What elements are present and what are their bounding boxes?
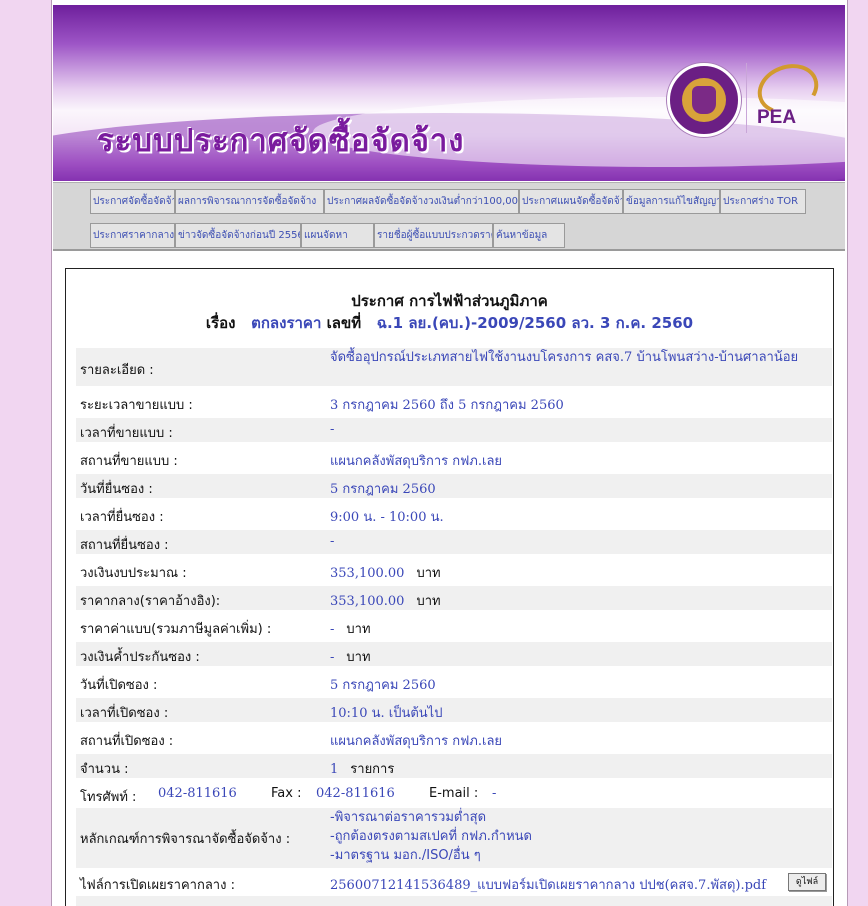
row-contact: โทรศัพท์ : 042-811616 Fax : 042-811616 E… — [80, 786, 497, 805]
nav-supply-plan[interactable]: แผนจัดหา — [301, 223, 374, 248]
row-doc-price: ราคาค่าแบบ(รวมภาษีมูลค่าเพิ่ม) : - บาท — [80, 622, 371, 637]
row-budget: วงเงินงบประมาณ : 353,100.00 บาท — [80, 566, 441, 581]
nav-row-2: ประกาศราคากลาง ข่าวจัดซื้อจัดจ้างก่อนปี … — [90, 223, 565, 248]
row-open-time: เวลาที่เปิดซอง : 10:10 น. เป็นต้นไป — [76, 698, 832, 722]
announcement-title: ประกาศ การไฟฟ้าส่วนภูมิภาค — [351, 292, 548, 310]
subject-value: ตกลงราคา — [251, 314, 322, 332]
nav-row-1: ประกาศจัดซื้อจัดจ้าง ผลการพิจารณาการจัดซ… — [90, 189, 806, 214]
header-banner: ระบบประกาศจัดซื้อจัดจ้าง PEA — [53, 5, 845, 181]
document-number: ฉ.1 ลย.(คบ.)-2009/2560 ลว. 3 ก.ค. 2560 — [376, 314, 694, 332]
nav-tor-draft[interactable]: ประกาศร่าง TOR — [720, 189, 806, 214]
nav-procurement-result[interactable]: ผลการพิจารณาการจัดซื้อจัดจ้าง — [175, 189, 324, 214]
nav-procurement-plan[interactable]: ประกาศแผนจัดซื้อจัดจ้าง — [519, 189, 623, 214]
page-frame: ระบบประกาศจัดซื้อจัดจ้าง PEA ประกาศจัดซื… — [51, 0, 848, 906]
logo-divider — [746, 63, 747, 133]
row-submit-time: เวลาที่ยื่นซอง : 9:00 น. - 10:00 น. — [80, 510, 444, 525]
row-sale-period: ระยะเวลาขายแบบ : 3 กรกฎาคม 2560 ถึง 5 กร… — [80, 398, 564, 413]
navigation-bar: ประกาศจัดซื้อจัดจ้าง ผลการพิจารณาการจัดซ… — [53, 182, 845, 251]
nav-median-price[interactable]: ประกาศราคากลาง — [90, 223, 175, 248]
row-median-price: ราคากลาง(ราคาอ้างอิง): 353,100.00 บาท — [76, 586, 832, 610]
row-detail: รายละเอียด : จัดซื้ออุปกรณ์ประเภทสายไฟใช… — [76, 348, 832, 386]
row-open-place: สถานที่เปิดซอง : แผนกคลังพัสดุบริการ กฟภ… — [80, 734, 503, 749]
nav-news-before-2556[interactable]: ข่าวจัดซื้อจัดจ้างก่อนปี 2556 — [175, 223, 301, 248]
phone-value: 042-811616 — [158, 786, 237, 801]
row-submit-date: วันที่ยื่นซอง : 5 กรกฎาคม 2560 — [76, 474, 832, 498]
nav-procurement-announce[interactable]: ประกาศจัดซื้อจัดจ้าง — [90, 189, 175, 214]
row-open-date: วันที่เปิดซอง : 5 กรกฎาคม 2560 — [80, 678, 436, 693]
email-value: - — [492, 786, 497, 801]
announcement-subject: เรื่อง ตกลงราคา เลขที่ ฉ.1 ลย.(คบ.)-2009… — [205, 314, 694, 332]
nav-bidder-list[interactable]: รายชื่อผู้ซื้อแบบประกวดราคา — [374, 223, 493, 248]
row-sale-time: เวลาที่ขายแบบ : - — [76, 418, 832, 442]
row-file: ไฟล์การเปิดเผยราคากลาง : 256007121415364… — [76, 870, 832, 894]
file-link[interactable]: 25600712141536489_แบบฟอร์มเปิดเผยราคากลา… — [330, 874, 766, 895]
system-title: ระบบประกาศจัดซื้อจัดจ้าง — [97, 123, 465, 159]
fax-value: 042-811616 — [316, 786, 395, 801]
nav-search[interactable]: ค้นหาข้อมูล — [493, 223, 565, 248]
row-guarantee: วงเงินค้ำประกันซอง : - บาท — [76, 642, 832, 666]
nav-result-under-100k[interactable]: ประกาศผลจัดซื้อจัดจ้างวงเงินต่ำกว่า100,0… — [324, 189, 519, 214]
row-submit-place: สถานที่ยื่นซอง : - — [76, 530, 832, 554]
row-quantity: จำนวน : 1 รายการ — [76, 754, 832, 778]
row-criteria: หลักเกณฑ์การพิจารณาจัดซื้อจัดจ้าง : -พิจ… — [76, 808, 832, 868]
announcement-panel: ประกาศ การไฟฟ้าส่วนภูมิภาค เรื่อง ตกลงรา… — [65, 268, 834, 906]
view-file-button[interactable]: ดูไฟล์ — [788, 873, 826, 891]
pea-seal-icon — [667, 63, 741, 137]
pea-logo-text: PEA — [757, 107, 797, 128]
pea-logo: PEA — [750, 55, 826, 139]
row-sale-place: สถานที่ขายแบบ : แผนกคลังพัสดุบริการ กฟภ.… — [80, 454, 503, 469]
nav-contract-amendment[interactable]: ข้อมูลการแก้ไขสัญญา — [623, 189, 720, 214]
row-next — [76, 896, 832, 906]
